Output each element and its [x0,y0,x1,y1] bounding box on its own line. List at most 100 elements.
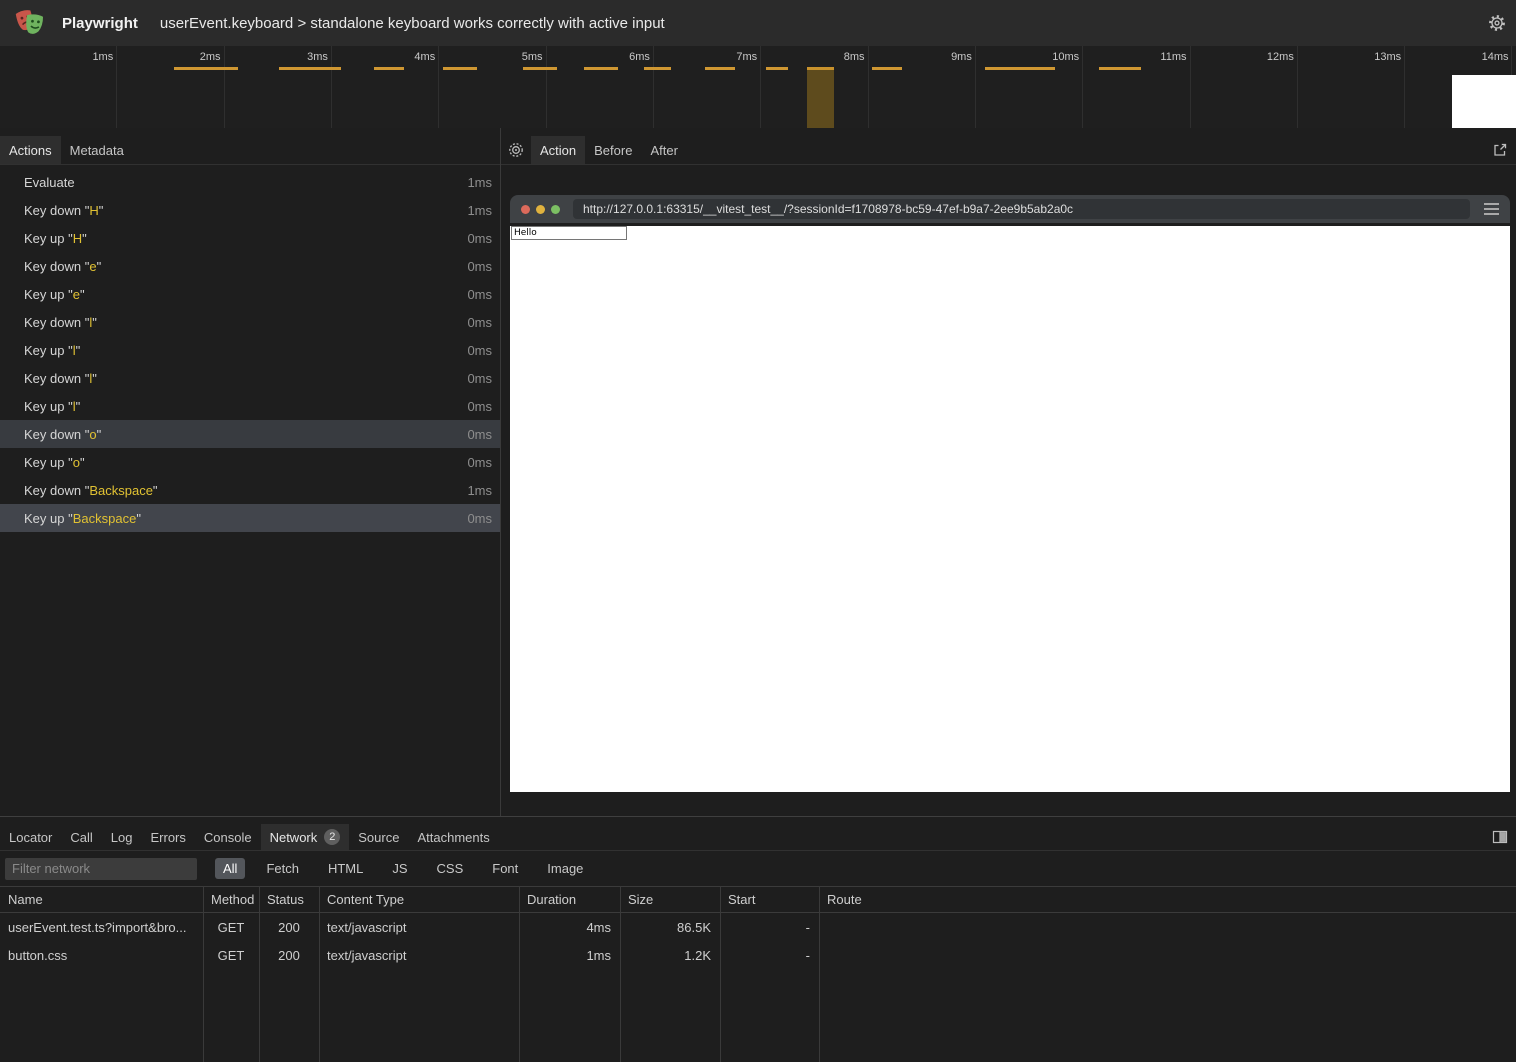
actions-panel: Actions Metadata Evaluate1msKey down "H"1… [0,128,500,816]
filter-chip-all[interactable]: All [215,858,245,879]
tab-after[interactable]: After [641,136,686,164]
tab-label: Network [270,830,318,845]
settings-gear-icon[interactable] [1487,13,1507,33]
action-row[interactable]: Key down "l"0ms [0,364,500,392]
timeline-tick-cell[interactable]: 3ms [225,46,332,128]
action-row[interactable]: Key down "l"0ms [0,308,500,336]
tab-call[interactable]: Call [61,824,101,850]
network-row[interactable]: button.cssGET200text/javascript1ms1.2K- [0,941,1516,969]
net-cell: GET [203,948,259,963]
timeline-tick-cell[interactable]: 5ms [439,46,546,128]
browser-snapshot: http://127.0.0.1:63315/__vitest_test__/?… [510,195,1510,792]
net-header-content-type: Content Type [319,892,519,907]
network-column-divider [319,886,320,1062]
filter-chip-font[interactable]: Font [484,858,526,879]
timeline-action-bar[interactable] [644,67,671,70]
action-row[interactable]: Key down "H"1ms [0,196,500,224]
details-panel: Locator Call LogErrorsConsoleNetwork2Sourc… [0,817,1516,1062]
timeline-action-bar[interactable] [523,67,557,70]
action-row[interactable]: Key up "l"0ms [0,392,500,420]
tab-before[interactable]: Before [585,136,641,164]
toggle-layout-icon[interactable] [1492,829,1508,845]
action-title: Key up "H" [24,231,87,246]
timeline-tick-cell[interactable]: 7ms [654,46,761,128]
action-row[interactable]: Key down "e"0ms [0,252,500,280]
hamburger-menu-icon[interactable] [1484,203,1499,215]
filter-chip-fetch[interactable]: Fetch [258,858,307,879]
timeline-action-bar[interactable] [705,67,735,70]
tab-metadata[interactable]: Metadata [61,136,133,164]
tab-label: Call [70,830,92,845]
tab-console[interactable]: Console [195,824,261,850]
timeline-tick-label: 5ms [439,46,545,63]
tab-network[interactable]: Network2 [261,824,350,850]
filter-chip-js[interactable]: JS [384,858,415,879]
tab-log[interactable]: Log [102,824,142,850]
action-key-value: l [73,343,76,358]
main-panels: Actions Metadata Evaluate1msKey down "H"1… [0,128,1516,816]
timeline-action-bar[interactable] [766,67,788,70]
network-row[interactable]: userEvent.test.ts?import&bro...GET200tex… [0,913,1516,941]
timeline-tick-cell[interactable]: 12ms [1191,46,1298,128]
timeline-tick-label: 14ms [1405,46,1511,63]
network-column-divider [519,886,520,1062]
timeline-tick-cell[interactable]: 2ms [117,46,224,128]
timeline-action-bar[interactable] [443,67,477,70]
tab-actions[interactable]: Actions [0,136,61,164]
address-bar[interactable]: http://127.0.0.1:63315/__vitest_test__/?… [573,199,1470,219]
action-key-value: H [73,231,82,246]
timeline-tick-cell[interactable]: 4ms [332,46,439,128]
action-row[interactable]: Key up "o"0ms [0,448,500,476]
timeline-tick-cell[interactable]: 6ms [547,46,654,128]
action-duration: 1ms [467,175,492,190]
action-title: Key up "l" [24,343,80,358]
timeline-action-bar[interactable] [584,67,618,70]
net-header-duration: Duration [519,892,620,907]
action-row[interactable]: Key up "e"0ms [0,280,500,308]
timeline-action-bar[interactable] [872,67,902,70]
timeline-tick-cell[interactable]: 1ms [10,46,117,128]
timeline-selected-band[interactable] [807,67,834,128]
playwright-trace-viewer: Playwright userEvent.keyboard > standalo… [0,0,1516,1062]
tab-errors[interactable]: Errors [141,824,194,850]
action-row[interactable]: Evaluate1ms [0,168,500,196]
filter-chip-css[interactable]: CSS [429,858,472,879]
net-cell: - [720,948,819,963]
network-filter-input[interactable] [5,858,197,880]
open-external-icon[interactable] [1492,142,1508,158]
action-row[interactable]: Key down "Backspace"1ms [0,476,500,504]
action-duration: 0ms [467,455,492,470]
network-table: NameMethodStatusContent TypeDurationSize… [0,886,1516,1062]
timeline-screencast-thumbnail[interactable] [1452,75,1516,128]
net-cell: userEvent.test.ts?import&bro... [0,920,203,935]
tab-locator[interactable]: Locator [0,824,61,850]
timeline-action-bar[interactable] [985,67,1055,70]
timeline-action-bar[interactable] [279,67,341,70]
tab-action[interactable]: Action [531,136,585,164]
network-header-row: NameMethodStatusContent TypeDurationSize… [0,886,1516,913]
action-row[interactable]: Key up "H"0ms [0,224,500,252]
timeline-action-bar[interactable] [1099,67,1141,70]
timeline-tick-cell[interactable]: 13ms [1298,46,1405,128]
pick-locator-icon[interactable] [501,142,531,158]
action-key-value: l [73,399,76,414]
tab-label: Metadata [70,143,124,158]
action-row[interactable]: Key up "l"0ms [0,336,500,364]
page-text-input[interactable] [511,226,627,240]
tab-attachments[interactable]: Attachments [408,824,498,850]
tab-label: Before [594,143,632,158]
timeline-action-bar[interactable] [374,67,404,70]
timeline-tick-cell[interactable]: 10ms [976,46,1083,128]
action-row[interactable]: Key down "o"0ms [0,420,500,448]
action-duration: 0ms [467,511,492,526]
action-row[interactable]: Key up "Backspace"0ms [0,504,500,532]
timeline-tick-cell[interactable]: 11ms [1083,46,1190,128]
tab-source[interactable]: Source [349,824,408,850]
filter-chip-html[interactable]: HTML [320,858,371,879]
timeline[interactable]: 1ms2ms3ms4ms5ms6ms7ms8ms9ms10ms11ms12ms1… [0,46,1516,128]
timeline-action-bar[interactable] [174,67,238,70]
network-column-divider [720,886,721,1062]
timeline-tick-cell[interactable]: 9ms [869,46,976,128]
filter-chip-image[interactable]: Image [539,858,591,879]
action-key-value: e [89,259,96,274]
